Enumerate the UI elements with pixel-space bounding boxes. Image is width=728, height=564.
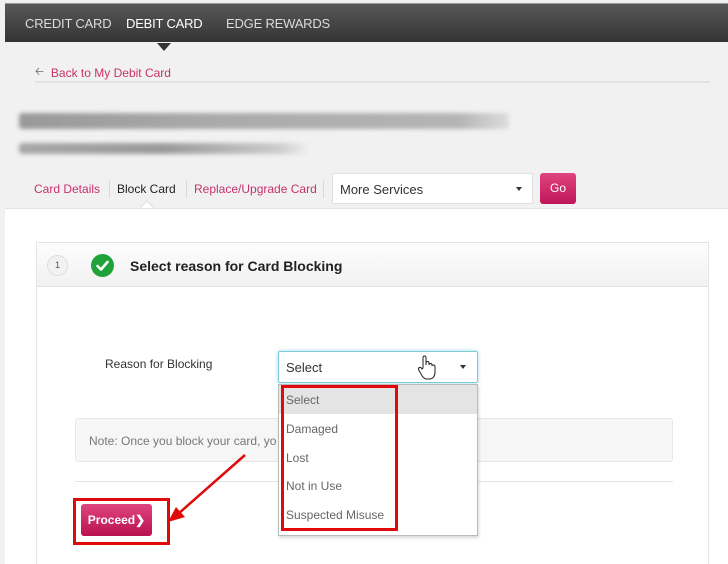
chevron-down-icon (460, 365, 466, 369)
page: CREDIT CARD DEBIT CARD EDGE REWARDS 🡠 Ba… (5, 0, 728, 564)
hand-pointer-cursor-icon (417, 355, 436, 380)
reason-for-blocking-label: Reason for Blocking (105, 357, 213, 371)
redacted-card-number (19, 143, 309, 154)
subtab-replace-upgrade-card[interactable]: Replace/Upgrade Card (194, 182, 317, 196)
more-services-value: More Services (340, 182, 424, 197)
step-number-badge: 1 (47, 255, 68, 276)
divider (35, 81, 710, 83)
check-circle-icon (91, 254, 114, 277)
active-tab-caret-icon (157, 43, 171, 51)
note-text: Note: Once you block your card, yo (89, 434, 277, 448)
back-link[interactable]: 🡠 Back to My Debit Card (35, 63, 171, 82)
divider (186, 180, 187, 198)
chevron-down-icon (516, 187, 522, 191)
active-subtab-caret-icon (140, 200, 154, 208)
divider (323, 180, 324, 198)
annotation-highlight-options (281, 385, 398, 531)
redacted-card-name (19, 113, 509, 129)
annotation-highlight-proceed (73, 498, 170, 545)
panel-title: Select reason for Card Blocking (130, 258, 343, 274)
subtab-card-details[interactable]: Card Details (34, 182, 100, 196)
panel-header: 1 Select reason for Card Blocking (37, 243, 708, 287)
nav-tab-credit-card[interactable]: CREDIT CARD (25, 16, 112, 31)
back-link-label: Back to My Debit Card (50, 65, 171, 80)
go-button[interactable]: Go (540, 173, 576, 204)
top-navigation: CREDIT CARD DEBIT CARD EDGE REWARDS (5, 3, 728, 51)
reason-select-value: Select (286, 360, 323, 375)
nav-tab-edge-rewards[interactable]: EDGE REWARDS (226, 16, 330, 31)
subtab-block-card[interactable]: Block Card (117, 182, 176, 196)
arrow-left-icon: 🡠 (35, 66, 44, 78)
divider (109, 180, 110, 198)
nav-tab-debit-card[interactable]: DEBIT CARD (126, 16, 203, 31)
more-services-select[interactable]: More Services (332, 173, 533, 204)
reason-for-blocking-select[interactable]: Select (278, 351, 478, 383)
